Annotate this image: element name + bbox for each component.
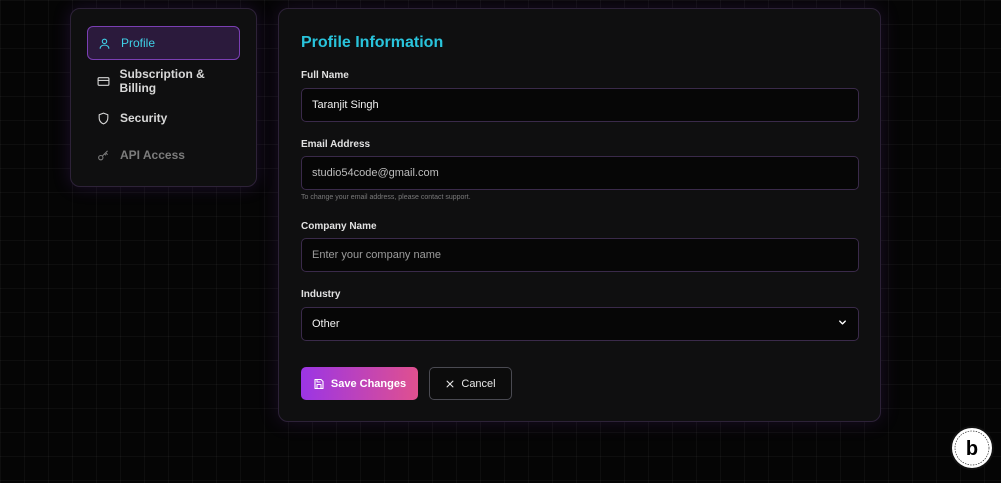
profile-panel: Profile Information Full Name Email Addr… xyxy=(278,8,881,422)
credit-card-icon xyxy=(97,74,110,88)
bolt-badge-icon[interactable]: b xyxy=(950,426,994,470)
company-name-label: Company Name xyxy=(301,221,377,232)
save-changes-button[interactable]: Save Changes xyxy=(301,367,418,400)
chevron-down-icon xyxy=(837,317,848,331)
save-button-label: Save Changes xyxy=(330,377,407,390)
sidebar-item-label: Security xyxy=(120,111,168,125)
sidebar-item-api-access[interactable]: API Access xyxy=(87,138,240,172)
page-title: Profile Information xyxy=(301,34,444,51)
settings-sidebar: Profile Subscription & Billing Security … xyxy=(70,8,257,187)
company-name-input[interactable] xyxy=(301,238,859,272)
sidebar-item-security[interactable]: Security xyxy=(87,101,240,135)
sidebar-item-label: Profile xyxy=(121,36,156,50)
badge-letter: b xyxy=(966,438,978,460)
industry-label: Industry xyxy=(301,289,341,300)
full-name-label: Full Name xyxy=(301,70,349,81)
full-name-input[interactable] xyxy=(301,88,859,122)
email-field[interactable] xyxy=(301,156,859,190)
user-icon xyxy=(98,36,112,50)
shield-icon xyxy=(97,111,111,125)
close-icon xyxy=(445,379,455,389)
industry-select[interactable]: Other xyxy=(301,307,859,341)
sidebar-item-profile[interactable]: Profile xyxy=(87,26,240,60)
sidebar-item-subscription-billing[interactable]: Subscription & Billing xyxy=(87,64,240,98)
email-label: Email Address xyxy=(301,139,371,150)
sidebar-item-label: API Access xyxy=(120,148,185,162)
sidebar-item-label: Subscription & Billing xyxy=(119,67,205,95)
cancel-button-label: Cancel xyxy=(461,377,496,390)
email-help-text: To change your email address, please con… xyxy=(301,194,471,201)
industry-selected-value: Other xyxy=(312,318,340,330)
save-icon xyxy=(313,378,325,390)
cancel-button[interactable]: Cancel xyxy=(429,367,512,400)
key-icon xyxy=(97,148,111,162)
